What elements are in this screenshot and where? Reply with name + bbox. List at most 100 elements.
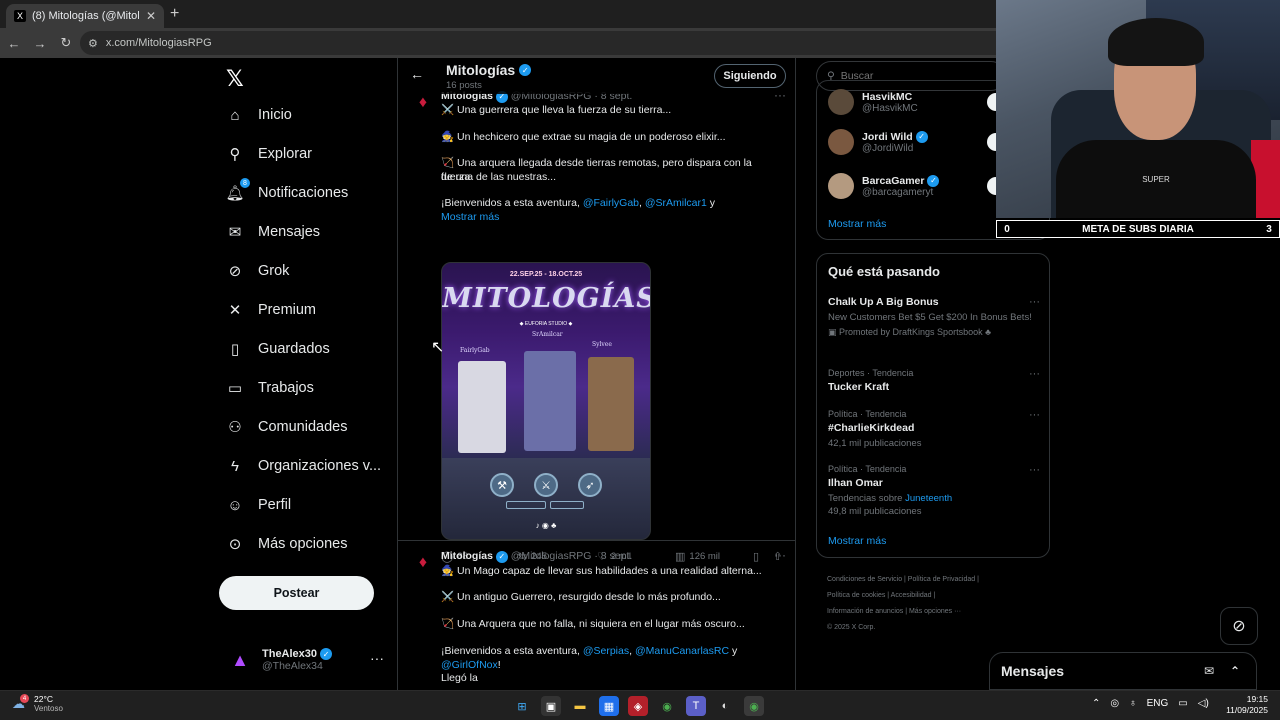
avatar — [828, 129, 854, 155]
tweet-line: ¡Bienvenidos a esta aventura, @FairlyGab… — [441, 197, 716, 209]
tweet-line: 🧙 Un hechicero que extrae su magia de un… — [441, 131, 726, 143]
nav-communities[interactable]: ⚇ Comunidades — [226, 418, 347, 436]
nav-organizations[interactable]: ϟ Organizaciones v... — [226, 457, 381, 475]
file-explorer-icon[interactable]: ▬ — [570, 696, 590, 716]
trend-item[interactable]: Política · Tendencia #CharlieKirkdead 42… — [828, 409, 1040, 450]
tweet-line: 🏹 Una Arquera que no falla, ni siquiera … — [441, 618, 745, 630]
trend-item[interactable]: Chalk Up A Big Bonus New Customers Bet $… — [828, 296, 1040, 338]
account-name: TheAlex30 — [262, 647, 318, 660]
tweet-image[interactable]: 22.SEP.25 - 18.OCT.25 MITOLOGÍAS ◆ EUFOR… — [441, 262, 651, 540]
task-view-icon[interactable]: ▣ — [541, 696, 561, 716]
grok-floating-button[interactable]: ⊘ — [1220, 607, 1258, 645]
security-shield-icon[interactable]: ◈ — [628, 696, 648, 716]
subs-label: META DE SUBS DIARIA — [1082, 223, 1194, 235]
more-horizontal-icon[interactable]: ··· — [1029, 409, 1040, 421]
nav-jobs[interactable]: ▭ Trabajos — [226, 379, 314, 397]
browser-tab[interactable]: X (8) Mitologías (@MitologiasRPG ✕ — [6, 4, 164, 28]
nav-more-options[interactable]: ⊙ Más opciones — [226, 535, 348, 553]
volume-icon[interactable]: ◁) — [1198, 698, 1209, 709]
mention-link[interactable]: @Serpias — [583, 645, 629, 657]
legal-footer: Condiciones de Servicio | Política de Pr… — [827, 572, 1027, 636]
hammer-icon: ⚒ — [490, 473, 514, 497]
mention-link[interactable]: @FairlyGab — [583, 197, 639, 209]
more-horizontal-icon[interactable]: ··· — [370, 650, 384, 666]
verified-icon: ✓ — [495, 550, 508, 563]
footer-links[interactable]: Política de cookies | Accesibilidad | — [827, 588, 1027, 604]
webcam-overlay: SUPER — [996, 0, 1280, 218]
mitologias-avatar[interactable]: ♦ — [412, 92, 434, 114]
windows-start-icon[interactable]: ⊞ — [512, 696, 532, 716]
taskbar-clock[interactable]: 19:15 11/09/2025 — [1222, 694, 1268, 716]
weather-widget[interactable]: ☁ 4 22°C Ventoso — [12, 694, 63, 714]
close-tab-icon[interactable]: ✕ — [146, 9, 156, 23]
site-info-icon[interactable]: ⚙ — [88, 37, 98, 50]
back-icon[interactable]: ← — [2, 36, 26, 51]
show-more-link[interactable]: Mostrar más — [441, 211, 781, 225]
profile-timeline[interactable]: ← Mitologías ✓ 16 posts Siguiendo ♦ Mitol… — [397, 58, 796, 690]
post-button[interactable]: Postear — [219, 576, 374, 610]
tweet[interactable]: ♦ Mitologías ✓ @MitologiasRPG · 8 sept. … — [398, 548, 795, 690]
more-horizontal-icon[interactable]: ··· — [1029, 368, 1040, 380]
show-more-link[interactable]: Mostrar más — [828, 535, 886, 547]
chrome-active-icon[interactable]: ◉ — [744, 696, 764, 716]
more-horizontal-icon[interactable]: ··· — [1029, 296, 1040, 308]
footer-links[interactable]: Condiciones de Servicio | Política de Pr… — [827, 572, 1027, 588]
trend-item[interactable]: Política · Tendencia Ilhan Omar Tendenci… — [828, 464, 1040, 518]
new-tab-icon[interactable]: + — [170, 5, 179, 23]
follow-suggestion[interactable]: HasvikMC @HasvikMC — [828, 89, 918, 115]
image-button — [506, 501, 546, 509]
following-button[interactable]: Siguiendo — [714, 64, 786, 88]
mention-link[interactable]: @SrAmilcar1 — [645, 197, 707, 209]
tweet[interactable]: ♦ Mitologías ✓ @MitologiasRPG · 8 sept. … — [398, 88, 795, 571]
image-name-label: SrAmilcar — [532, 331, 563, 338]
footer-links[interactable]: Información de anuncios | Más opciones ·… — [827, 604, 1027, 620]
reload-icon[interactable]: ↻ — [54, 35, 78, 51]
left-navigation: 𝕏 ⌂ Inicio ⚲ Explorar 🔔︎ 8 Notificaciones ✉ M… — [0, 58, 397, 690]
account-switcher[interactable]: ▲ TheAlex30 ✓ @TheAlex34 ··· — [228, 640, 388, 680]
chrome-icon[interactable]: ◉ — [657, 696, 677, 716]
nav-bookmarks[interactable]: ▯ Guardados — [226, 340, 330, 358]
new-message-icon[interactable]: ✉ — [1204, 664, 1214, 678]
notification-badge: 8 — [240, 178, 250, 188]
x-logo-icon[interactable]: 𝕏 — [226, 66, 244, 92]
tray-chevron-icon[interactable]: ⌃ — [1092, 698, 1100, 709]
nav-grok[interactable]: ⊘ Grok — [226, 262, 290, 280]
mention-link[interactable]: @GirlOfNox — [441, 659, 498, 671]
network-icon[interactable]: ▭ — [1178, 698, 1187, 709]
subs-current: 0 — [1004, 223, 1010, 235]
teams-icon[interactable]: T — [686, 696, 706, 716]
x-premium-icon: ✕ — [228, 302, 242, 319]
verified-icon: ✓ — [927, 174, 940, 187]
character-figure — [524, 351, 576, 451]
more-horizontal-icon[interactable]: ··· — [1029, 464, 1040, 476]
nav-explore[interactable]: ⚲ Explorar — [226, 145, 313, 163]
forward-icon[interactable]: → — [28, 36, 52, 51]
nav-profile[interactable]: ☺ Perfil — [226, 496, 291, 514]
image-date: 22.SEP.25 - 18.OCT.25 — [509, 271, 583, 278]
taskbar-apps: ⊞ ▣ ▬ ▦ ◈ ◉ T ◐ ◉ — [512, 696, 764, 716]
mitologias-avatar[interactable]: ♦ — [412, 552, 434, 574]
tray-app-icon[interactable]: ◎ — [1110, 698, 1119, 709]
follow-suggestion[interactable]: Jordi Wild ✓ @JordiWild — [828, 129, 928, 155]
show-more-link[interactable]: Mostrar más — [828, 218, 886, 230]
mention-link[interactable]: @ManuCanarlasRC — [635, 645, 729, 657]
tweet-line: Llegó la — [441, 672, 478, 684]
nav-premium[interactable]: ✕ Premium — [226, 301, 316, 319]
character-figure — [588, 357, 634, 451]
nav-messages[interactable]: ✉ Mensajes — [226, 223, 320, 241]
messages-drawer[interactable]: Mensajes ✉ ⌃ — [989, 652, 1257, 690]
store-icon[interactable]: ▦ — [599, 696, 619, 716]
weather-badge: 4 — [20, 694, 29, 703]
tweet-line: ⚔️ Un antiguo Guerrero, resurgido desde … — [441, 591, 721, 603]
back-arrow-icon[interactable]: ← — [410, 66, 424, 82]
expand-icon[interactable]: ⌃ — [1230, 664, 1240, 678]
obs-icon[interactable]: ◐ — [715, 696, 735, 716]
language-indicator[interactable]: ENG — [1147, 698, 1169, 709]
nav-notifications[interactable]: 🔔︎ 8 Notificaciones — [225, 178, 348, 202]
follow-suggestion[interactable]: BarcaGamer ✓ @barcagameryt — [828, 173, 940, 199]
tweet-line: ¡Bienvenidos a esta aventura, @Serpias, … — [441, 645, 738, 671]
trend-item[interactable]: Deportes · Tendencia Tucker Kraft ··· — [828, 368, 1040, 393]
nav-home[interactable]: ⌂ Inicio — [226, 106, 291, 124]
microphone-icon[interactable]: ♁ — [1129, 698, 1137, 709]
tweet-more-icon[interactable]: ··· — [774, 548, 786, 562]
